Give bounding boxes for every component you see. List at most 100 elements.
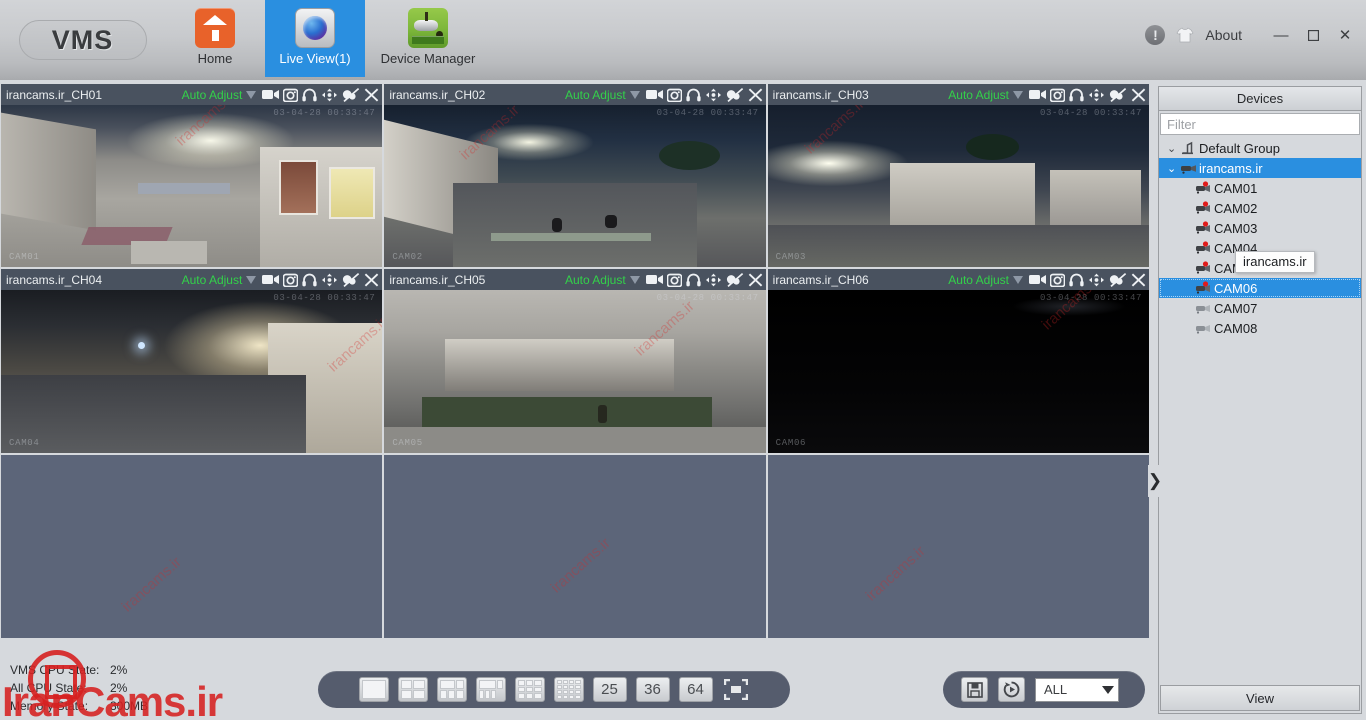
close-icon[interactable] xyxy=(748,88,763,102)
video-record-icon[interactable] xyxy=(262,88,280,101)
video-tile[interactable]: irancams.ir_CH06 Auto Adjust 03-04-28 00… xyxy=(767,269,1149,453)
nav-item-device-manager[interactable]: Device Manager xyxy=(365,0,491,77)
video-record-icon[interactable] xyxy=(645,273,663,286)
tree-item-cam03[interactable]: CAM03 xyxy=(1159,218,1361,238)
chevron-down-icon[interactable] xyxy=(1013,275,1023,284)
tshirt-icon[interactable] xyxy=(1175,25,1195,45)
tile-auto-adjust-label[interactable]: Auto Adjust xyxy=(182,88,243,102)
audio-headphones-icon[interactable] xyxy=(686,88,701,102)
ptz-control-icon[interactable] xyxy=(321,88,338,102)
save-layout-icon[interactable] xyxy=(961,677,988,702)
layout-64-button[interactable]: 64 xyxy=(678,677,713,702)
close-icon[interactable] xyxy=(1131,88,1146,102)
video-tile[interactable]: irancams.ir_CH04 Auto Adjust 03-04-28 00… xyxy=(1,269,383,453)
chevron-down-icon[interactable] xyxy=(629,275,640,284)
ptz-control-icon[interactable] xyxy=(321,273,338,287)
snapshot-icon[interactable] xyxy=(1050,273,1065,287)
devices-filter-input[interactable]: Filter xyxy=(1160,113,1360,135)
snapshot-icon[interactable] xyxy=(283,273,299,287)
video-tile[interactable]: irancams.ir_CH05 Auto Adjust 03-04-28 00… xyxy=(384,269,766,453)
window-minimize-button[interactable]: — xyxy=(1270,24,1292,46)
nav-item-home[interactable]: Home xyxy=(165,0,265,77)
video-tile[interactable]: irancams.ir_CH03 Auto Adjust 03-04-28 00… xyxy=(767,84,1149,268)
layout-25-button[interactable]: 25 xyxy=(592,677,627,702)
layout-9-button[interactable] xyxy=(514,677,545,702)
ptz-control-icon[interactable] xyxy=(1088,273,1105,287)
layout-8-button[interactable] xyxy=(475,677,506,702)
image-color-adjust-icon[interactable] xyxy=(726,87,744,102)
snapshot-icon[interactable] xyxy=(283,88,299,102)
image-color-adjust-icon[interactable] xyxy=(1109,272,1127,287)
snapshot-icon[interactable] xyxy=(1050,88,1065,102)
image-color-adjust-icon[interactable] xyxy=(342,87,360,102)
snapshot-icon[interactable] xyxy=(666,273,682,287)
collapse-right-icon[interactable]: ❯ xyxy=(1148,465,1162,497)
view-button[interactable]: View xyxy=(1160,685,1360,711)
tile-video-canvas[interactable]: 03-04-28 00:33:47 CAM06 irancams.ir xyxy=(767,290,1149,453)
tree-item-cam06[interactable]: CAM06 xyxy=(1159,278,1361,298)
tree-item-default-group[interactable]: ⌄ Default Group xyxy=(1159,138,1361,158)
image-color-adjust-icon[interactable] xyxy=(1109,87,1127,102)
channel-filter-select[interactable]: ALL xyxy=(1035,677,1119,702)
audio-headphones-icon[interactable] xyxy=(302,88,317,102)
layout-36-button[interactable]: 36 xyxy=(635,677,670,702)
tour-cycle-icon[interactable] xyxy=(998,677,1025,702)
nav-item-live-view[interactable]: Live View(1) xyxy=(265,0,365,77)
layout-16-button[interactable] xyxy=(553,677,584,702)
video-tile-empty[interactable]: irancams.ir xyxy=(384,454,766,638)
about-label[interactable]: About xyxy=(1205,27,1242,43)
close-icon[interactable] xyxy=(364,88,379,102)
video-tile[interactable]: irancams.ir_CH01 Auto Adjust 03-04-28 00… xyxy=(1,84,383,268)
tree-item-cam08[interactable]: CAM08 xyxy=(1159,318,1361,338)
chevron-down-icon[interactable] xyxy=(246,275,257,284)
tile-auto-adjust-label[interactable]: Auto Adjust xyxy=(182,273,243,287)
tile-auto-adjust-label[interactable]: Auto Adjust xyxy=(565,273,626,287)
audio-headphones-icon[interactable] xyxy=(302,273,317,287)
close-icon[interactable] xyxy=(748,273,763,287)
video-tile-empty[interactable]: irancams.ir xyxy=(767,454,1149,638)
tile-video-canvas[interactable]: 03-04-28 00:33:47 CAM04 irancams.ir xyxy=(1,290,383,453)
chevron-down-icon[interactable] xyxy=(1013,90,1023,99)
snapshot-icon[interactable] xyxy=(666,88,682,102)
chevron-down-icon[interactable]: ⌄ xyxy=(1167,162,1180,175)
window-maximize-button[interactable] xyxy=(1302,24,1324,46)
layout-4-button[interactable] xyxy=(397,677,428,702)
close-icon[interactable] xyxy=(1131,273,1146,287)
tile-video-canvas[interactable]: 03-04-28 00:33:47 CAM01 irancams.ir xyxy=(1,105,383,268)
tile-video-canvas[interactable]: 03-04-28 00:33:47 CAM03 irancams.ir xyxy=(767,105,1149,268)
layout-1-button[interactable] xyxy=(358,677,389,702)
tile-video-canvas[interactable]: irancams.ir xyxy=(384,455,765,638)
fullscreen-icon[interactable] xyxy=(722,677,750,702)
video-tile-empty[interactable]: irancams.ir xyxy=(1,454,383,638)
audio-headphones-icon[interactable] xyxy=(686,273,701,287)
tile-auto-adjust-label[interactable]: Auto Adjust xyxy=(565,88,626,102)
tree-item-cam02[interactable]: CAM02 xyxy=(1159,198,1361,218)
tile-video-canvas[interactable]: irancams.ir xyxy=(1,455,382,638)
tree-item-irancams[interactable]: ⌄ irancams.ir xyxy=(1159,158,1361,178)
layout-6-button[interactable] xyxy=(436,677,467,702)
audio-headphones-icon[interactable] xyxy=(1069,273,1084,287)
video-tile[interactable]: irancams.ir_CH02 Auto Adjust 03-04-28 00… xyxy=(384,84,766,268)
audio-headphones-icon[interactable] xyxy=(1069,88,1084,102)
tile-video-canvas[interactable]: irancams.ir xyxy=(768,455,1149,638)
tile-auto-adjust-label[interactable]: Auto Adjust xyxy=(948,88,1009,102)
chevron-down-icon[interactable] xyxy=(629,90,640,99)
video-record-icon[interactable] xyxy=(262,273,280,286)
chevron-down-icon[interactable]: ⌄ xyxy=(1167,142,1180,155)
close-icon[interactable] xyxy=(364,273,379,287)
ptz-control-icon[interactable] xyxy=(705,88,722,102)
info-icon[interactable]: ! xyxy=(1145,25,1166,45)
video-record-icon[interactable] xyxy=(1029,273,1046,286)
image-color-adjust-icon[interactable] xyxy=(342,272,360,287)
ptz-control-icon[interactable] xyxy=(1088,88,1105,102)
window-close-button[interactable]: ✕ xyxy=(1334,24,1356,46)
tree-item-cam01[interactable]: CAM01 xyxy=(1159,178,1361,198)
image-color-adjust-icon[interactable] xyxy=(726,272,744,287)
ptz-control-icon[interactable] xyxy=(705,273,722,287)
tree-item-cam07[interactable]: CAM07 xyxy=(1159,298,1361,318)
video-record-icon[interactable] xyxy=(1029,88,1046,101)
chevron-down-icon[interactable] xyxy=(246,90,257,99)
tile-auto-adjust-label[interactable]: Auto Adjust xyxy=(948,273,1009,287)
tile-video-canvas[interactable]: 03-04-28 00:33:47 CAM05 irancams.ir xyxy=(384,290,766,453)
tile-video-canvas[interactable]: 03-04-28 00:33:47 CAM02 irancams.ir xyxy=(384,105,766,268)
